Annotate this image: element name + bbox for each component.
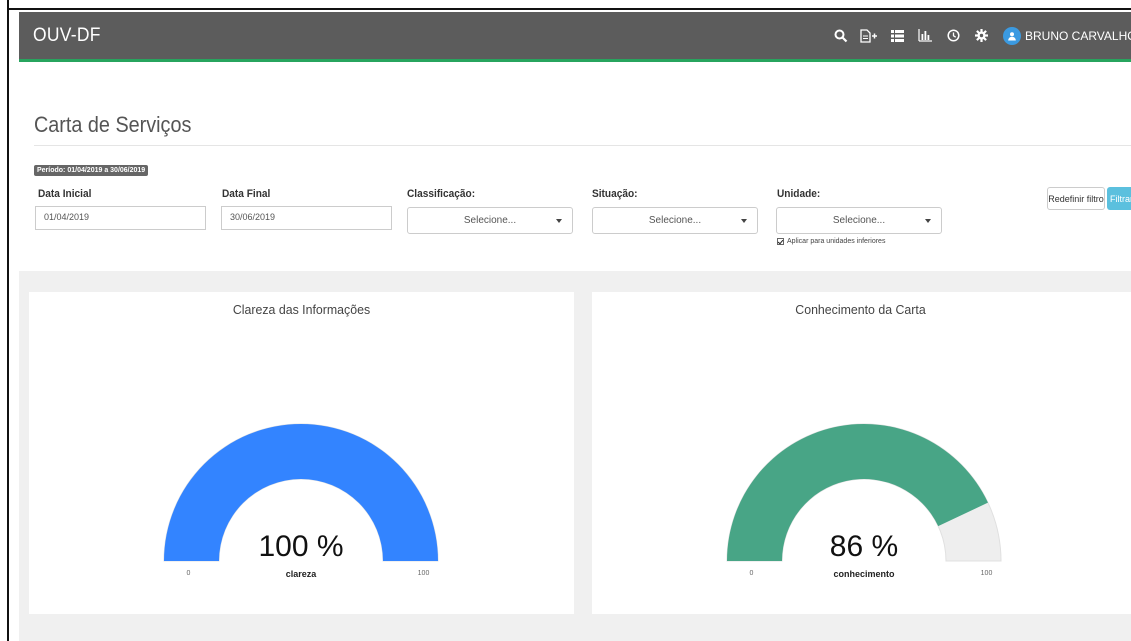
nav-icon-group: BRUNO CARVALHO DA SILV (827, 12, 1131, 59)
classificacao-select[interactable]: Selecione... (407, 207, 573, 234)
gear-icon[interactable] (967, 12, 995, 59)
gauge-min-label: 0 (750, 570, 754, 577)
gauge-chart-clareza: 100 % clareza 0 100 (163, 423, 439, 579)
gauge-value-text: 100 % (258, 530, 343, 563)
situacao-label: Situação: (592, 188, 638, 200)
chevron-down-icon (925, 219, 931, 223)
unidade-label: Unidade: (777, 188, 821, 200)
gauge-card-clareza: Clareza das Informações 100 % clareza 0 100 (29, 292, 574, 614)
gauge-label: conhecimento (833, 569, 895, 579)
gauge-label: clareza (286, 569, 318, 579)
bar-chart-icon[interactable] (911, 12, 939, 59)
gauge-card-conhecimento: Conhecimento da Carta 86 % conhecimento 0 1… (592, 292, 1131, 614)
clock-icon[interactable] (939, 12, 967, 59)
page-title: Carta de Serviços (34, 112, 192, 137)
data-final-input[interactable]: 30/06/2019 (221, 206, 392, 230)
situacao-select[interactable]: Selecione... (592, 207, 758, 234)
data-inicial-input[interactable]: 01/04/2019 (35, 206, 206, 230)
user-icon (1003, 26, 1021, 45)
gauge-max-label: 100 (981, 570, 993, 577)
user-menu[interactable]: BRUNO CARVALHO DA SILV (1003, 26, 1131, 45)
chevron-down-icon (556, 219, 562, 223)
window-border-left (7, 0, 9, 641)
period-badge: Período: 01/04/2019 a 30/06/2019 (34, 165, 149, 176)
user-name: BRUNO CARVALHO DA SILV (1025, 28, 1131, 43)
brand-title[interactable]: OUV-DF (33, 25, 101, 47)
gauge-min-label: 0 (187, 570, 191, 577)
filter-button[interactable]: Filtrar (1107, 187, 1131, 210)
list-icon[interactable] (883, 12, 911, 59)
reset-filter-button[interactable]: Redefinir filtro (1047, 187, 1105, 210)
window-border-top (7, 8, 1131, 10)
top-navbar: OUV-DF BRUNO CARVALHO DA SILV (19, 12, 1131, 62)
gauge-value-text: 86 % (830, 530, 898, 563)
new-document-icon[interactable] (855, 12, 883, 59)
data-inicial-label: Data Inicial (38, 188, 92, 200)
aplicar-inferiores-checkbox[interactable] (777, 238, 784, 245)
title-divider (34, 145, 1131, 146)
unidade-select[interactable]: Selecione... (776, 207, 942, 234)
search-icon[interactable] (827, 12, 855, 59)
classificacao-label: Classificação: (407, 188, 476, 200)
data-final-label: Data Final (222, 188, 271, 200)
unidade-selected: Selecione... (832, 215, 886, 226)
classificacao-selected: Selecione... (463, 215, 517, 226)
chevron-down-icon (741, 219, 747, 223)
situacao-selected: Selecione... (648, 215, 702, 226)
gauge-chart-conhecimento: 86 % conhecimento 0 100 (726, 423, 1002, 579)
aplicar-inferiores-label: Aplicar para unidades inferiores (787, 238, 886, 245)
aplicar-inferiores-option: Aplicar para unidades inferiores (777, 238, 885, 245)
gauge-max-label: 100 (418, 570, 430, 577)
